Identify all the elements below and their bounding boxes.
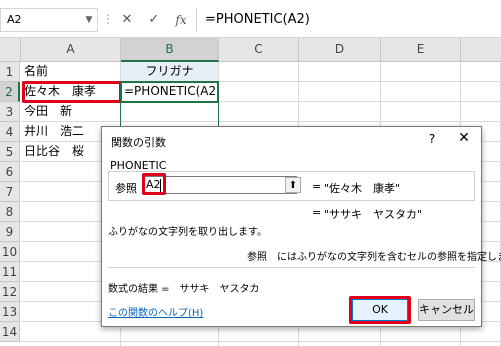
formula-result: 数式の結果 = ササキ ヤスタカ	[108, 284, 260, 295]
column-header-f[interactable]	[461, 38, 501, 62]
name-box[interactable]: A2 ▼	[0, 8, 98, 32]
collapse-dialog-icon[interactable]: ⬆	[285, 177, 301, 193]
row-header-3[interactable]: 3	[0, 102, 20, 122]
row-header-10[interactable]: 10	[0, 242, 20, 262]
argument-evaluated-value: "佐々木 康孝"	[324, 182, 401, 195]
help-icon[interactable]: ?	[424, 132, 440, 146]
enter-formula-icon[interactable]: ✓	[143, 9, 165, 31]
column-header-e[interactable]: E	[381, 38, 461, 62]
cell-b1[interactable]: フリガナ	[121, 62, 219, 82]
result-equals: =	[312, 206, 322, 219]
close-icon[interactable]: ✕	[454, 130, 474, 146]
chevron-down-icon[interactable]: ▼	[83, 14, 95, 26]
active-cell-border	[120, 81, 219, 103]
cell-a1[interactable]: 名前	[21, 62, 121, 82]
name-box-value: A2	[7, 13, 22, 26]
row-header-4[interactable]: 4	[0, 122, 20, 142]
row-header-9[interactable]: 9	[0, 222, 20, 242]
formula-text: =PHONETIC(A2)	[205, 12, 310, 27]
divider	[108, 267, 475, 268]
formula-input[interactable]: =PHONETIC(A2)	[196, 8, 501, 32]
row-header-8[interactable]: 8	[0, 202, 20, 222]
row-header-11[interactable]: 11	[0, 262, 20, 282]
column-header-a[interactable]: A	[21, 38, 121, 62]
row-header-12[interactable]: 12	[0, 282, 20, 302]
cancel-formula-icon[interactable]: ✕	[116, 9, 138, 31]
column-header-d[interactable]: D	[299, 38, 381, 62]
ok-button-highlight	[349, 296, 411, 324]
cell-a3[interactable]: 今田 新	[21, 102, 121, 122]
row-header-13[interactable]: 13	[0, 302, 20, 322]
insert-function-icon[interactable]: fx	[170, 9, 192, 31]
argument-description: 参照 にはふりがなの文字列を含むセルの参照を指定します。	[247, 252, 501, 263]
reference-input-highlight	[142, 173, 166, 195]
drag-handle-icon[interactable]: ⋮	[102, 12, 114, 26]
column-header-b[interactable]: B	[121, 38, 219, 62]
function-arguments-dialog: 関数の引数 ? ✕ PHONETIC 参照 A2 ⬆ = "佐々木 康孝" = …	[101, 126, 501, 327]
formula-bar: A2 ▼ ⋮ ✕ ✓ fx =PHONETIC(A2)	[0, 0, 501, 38]
result-evaluated-value: "ササキ ヤスタカ"	[324, 208, 423, 221]
row-header-5[interactable]: 5	[0, 142, 20, 162]
function-description: ふりがなの文字列を取り出します。	[108, 227, 267, 238]
row-header-7[interactable]: 7	[0, 182, 20, 202]
cancel-button[interactable]: キャンセル	[418, 299, 475, 321]
select-all-corner[interactable]	[0, 38, 21, 62]
argument-label: 参照	[115, 182, 137, 195]
dialog-title: 関数の引数	[111, 136, 166, 149]
row-header-2[interactable]: 2	[0, 82, 20, 102]
cell-a2-highlight	[22, 81, 122, 103]
row-header-6[interactable]: 6	[0, 162, 20, 182]
row-header-1[interactable]: 1	[0, 62, 20, 82]
function-help-link[interactable]: この関数のヘルプ(H)	[108, 304, 203, 319]
row-header-14[interactable]: 14	[0, 322, 20, 342]
column-header-c[interactable]: C	[219, 38, 299, 62]
argument-equals: =	[312, 180, 322, 193]
